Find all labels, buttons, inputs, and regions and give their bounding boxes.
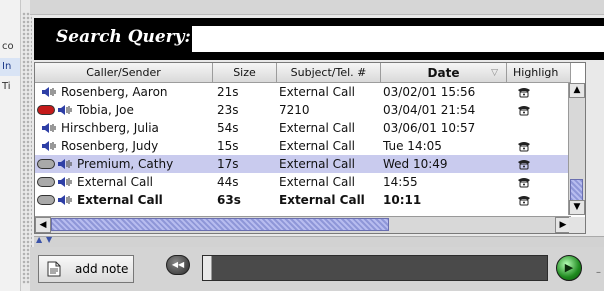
message-badge-icon (37, 159, 55, 169)
cell-caller: External Call (77, 175, 154, 189)
collapse-down-icon[interactable]: ▼ (46, 235, 52, 244)
cell-date: 10:11 (383, 193, 422, 207)
column-header-caller-label: Caller/Sender (86, 66, 161, 79)
cell-subject: External Call (279, 193, 365, 207)
rewind-button[interactable]: ◀◀ (166, 255, 190, 275)
phone-icon (518, 160, 530, 170)
cell-date: 03/06/01 10:57 (383, 121, 476, 135)
speaker-icon (58, 159, 72, 169)
table-row[interactable]: Tobia, Joe 23s 7210 03/04/01 21:54 (35, 101, 571, 119)
cell-caller: Rosenberg, Aaron (61, 85, 168, 99)
cell-subject: External Call (279, 175, 356, 189)
cell-caller: External Call (77, 193, 163, 207)
search-input[interactable] (192, 26, 604, 52)
horizontal-scroll-thumb[interactable] (51, 218, 389, 231)
scroll-up-button[interactable]: ▲ (569, 83, 585, 98)
search-label: Search Query: (56, 27, 191, 47)
column-header-highlight[interactable]: Highligh (507, 63, 571, 83)
phone-icon (518, 142, 530, 152)
speaker-icon (58, 105, 72, 115)
cell-caller: Hirschberg, Julia (61, 121, 159, 135)
splitter-grip[interactable] (22, 12, 32, 284)
column-header-highlight-label: Highligh (513, 66, 559, 79)
cell-size: 63s (217, 193, 241, 207)
cell-subject: External Call (279, 157, 356, 171)
collapse-up-icon[interactable]: ▲ (36, 235, 42, 244)
cell-date: 03/04/01 21:54 (383, 103, 476, 117)
cell-size: 15s (217, 139, 239, 153)
add-note-button[interactable]: add note (38, 255, 134, 283)
column-header-size[interactable]: Size (213, 63, 277, 83)
new-message-badge-icon (37, 105, 55, 115)
cell-size: 21s (217, 85, 239, 99)
speaker-icon (42, 123, 56, 133)
scroll-left-button[interactable]: ◀ (35, 217, 51, 233)
scroll-down-button[interactable]: ▼ (569, 200, 585, 215)
column-header-caller[interactable]: Caller/Sender (35, 63, 213, 83)
phone-icon (518, 196, 530, 206)
phone-icon (518, 178, 530, 188)
cell-size: 54s (217, 121, 239, 135)
cell-caller: Tobia, Joe (77, 103, 134, 117)
vertical-scrollbar[interactable]: ▲ ▼ (568, 83, 585, 215)
cell-date: 14:55 (383, 175, 418, 189)
cell-date: Tue 14:05 (383, 139, 442, 153)
play-icon: ▶ (564, 261, 574, 274)
cell-caller: Rosenberg, Judy (61, 139, 159, 153)
left-panel-item-1[interactable]: co (0, 38, 20, 56)
top-strip (30, 0, 604, 15)
cell-size: 44s (217, 175, 239, 189)
progress-handle[interactable] (203, 256, 212, 280)
bar-tail: – (596, 267, 601, 278)
phone-icon (518, 106, 530, 116)
horizontal-scrollbar[interactable]: ◀ ▶ (35, 216, 571, 233)
left-panel-item-3[interactable]: Ti (0, 78, 20, 96)
column-header-size-label: Size (233, 66, 256, 79)
search-bar: Search Query: (34, 18, 604, 60)
vertical-scroll-thumb[interactable] (570, 179, 583, 201)
scroll-corner (569, 217, 585, 233)
table-row[interactable]: Hirschberg, Julia 54s External Call 03/06/0… (35, 119, 571, 137)
sort-descending-icon: ▽ (491, 68, 498, 78)
rewind-icon: ◀◀ (171, 260, 185, 269)
column-header-date[interactable]: Date ▽ (381, 63, 507, 83)
phone-icon (518, 88, 530, 98)
table-row[interactable]: External Call 63s External Call 10:11 (35, 191, 571, 209)
play-button[interactable]: ▶ (556, 255, 582, 281)
table-row[interactable]: Premium, Cathy 17s External Call Wed 10:49 (35, 155, 571, 173)
cell-subject: External Call (279, 121, 356, 135)
table-row[interactable]: Rosenberg, Aaron 21s External Call 03/02/01… (35, 83, 571, 101)
cell-caller: Premium, Cathy (77, 157, 174, 171)
left-panel-item-2[interactable]: In (0, 58, 20, 76)
message-table: Caller/Sender Size Subject/Tel. # Date ▽ … (34, 62, 586, 234)
column-header-subject[interactable]: Subject/Tel. # (277, 63, 381, 83)
speaker-icon (58, 177, 72, 187)
add-note-label: add note (75, 262, 129, 276)
table-row[interactable]: Rosenberg, Judy 15s External Call Tue 14:05 (35, 137, 571, 155)
cell-subject: External Call (279, 139, 356, 153)
table-row[interactable]: External Call 44s External Call 14:55 (35, 173, 571, 191)
message-badge-icon (37, 195, 55, 205)
cell-date: Wed 10:49 (383, 157, 448, 171)
column-header-date-label: Date (427, 66, 460, 80)
left-panel: co In Ti (0, 0, 21, 291)
speaker-icon (42, 87, 56, 97)
cell-size: 17s (217, 157, 239, 171)
speaker-icon (58, 195, 72, 205)
note-icon (47, 261, 61, 277)
cell-size: 23s (217, 103, 239, 117)
playback-bar: add note ◀◀ ▶ – (30, 247, 604, 291)
speaker-icon (42, 141, 56, 151)
cell-subject: External Call (279, 85, 356, 99)
cell-subject: 7210 (279, 103, 310, 117)
playback-progress[interactable] (202, 255, 548, 281)
message-badge-icon (37, 177, 55, 187)
cell-date: 03/02/01 15:56 (383, 85, 476, 99)
column-header-subject-label: Subject/Tel. # (290, 66, 367, 79)
